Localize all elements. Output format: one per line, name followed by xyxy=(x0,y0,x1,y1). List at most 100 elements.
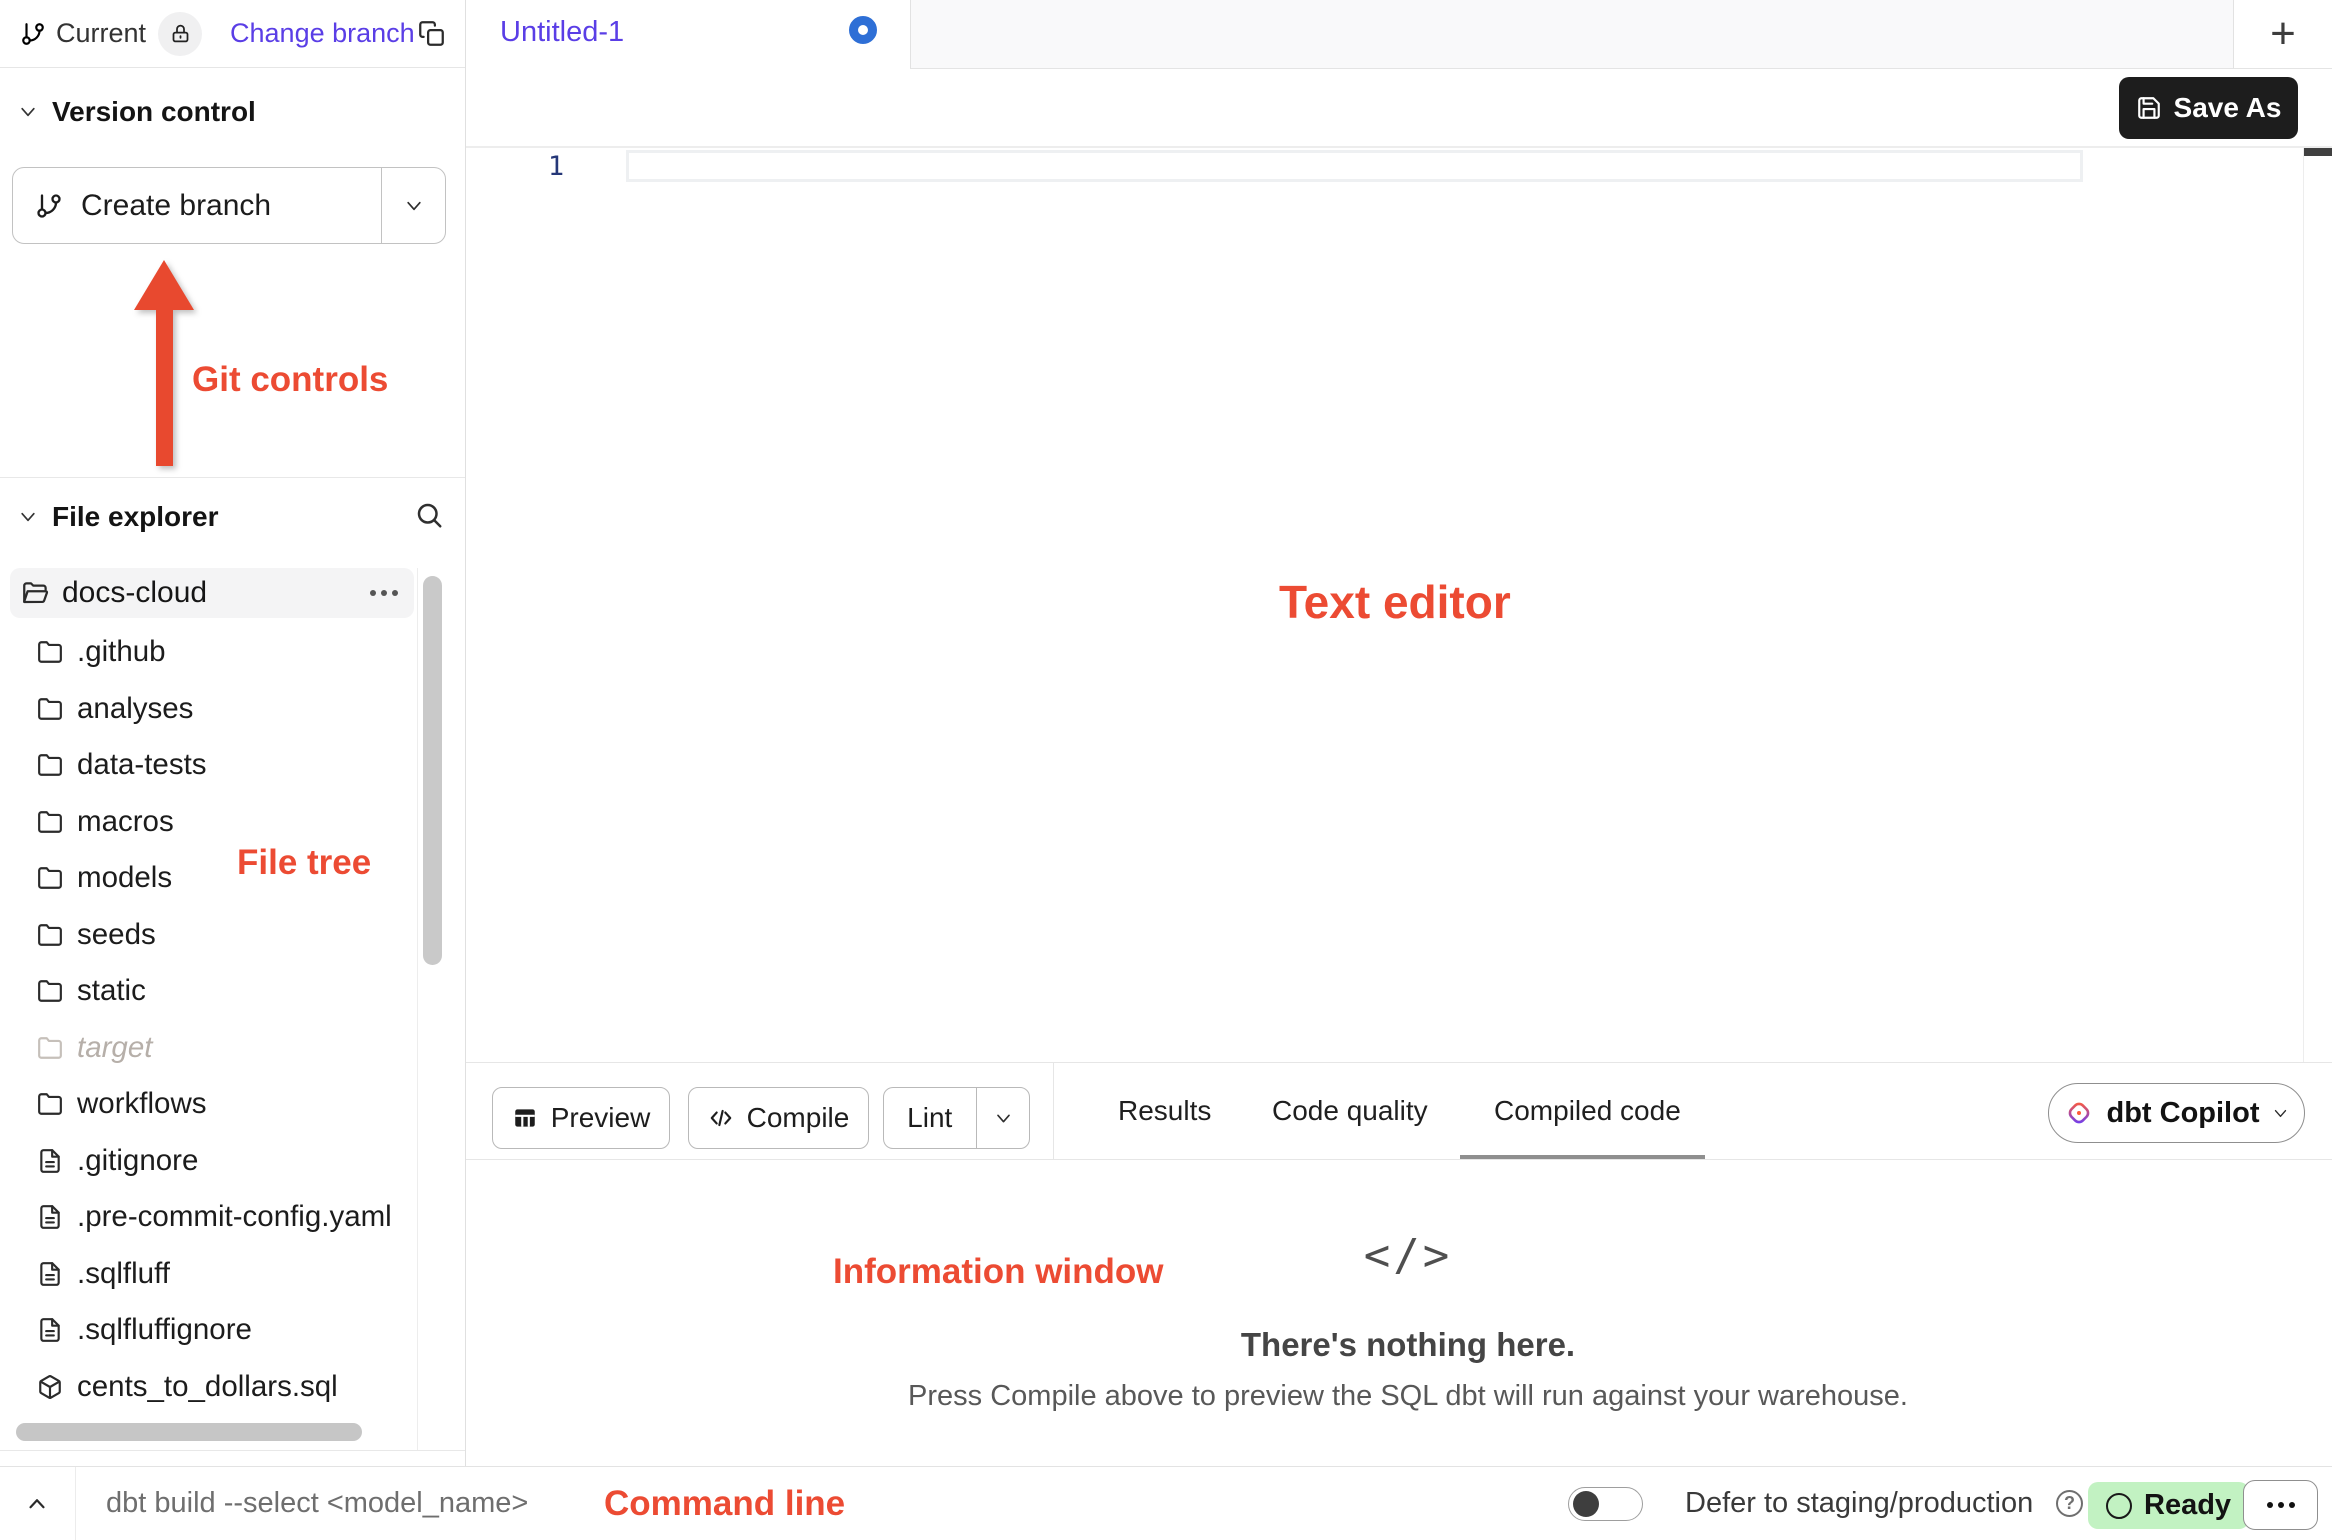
create-branch-dropdown[interactable] xyxy=(382,168,445,243)
change-branch-link[interactable]: Change branch xyxy=(230,18,415,49)
defer-toggle[interactable] xyxy=(1568,1487,1643,1521)
chevron-down-icon xyxy=(2272,1105,2289,1122)
annotation-command-line: Command line xyxy=(604,1467,845,1540)
folder-icon xyxy=(37,1091,63,1117)
create-branch-label: Create branch xyxy=(81,189,271,223)
chevron-down-icon xyxy=(18,507,38,527)
editor-current-line[interactable] xyxy=(626,150,2083,182)
tree-row-data-tests[interactable]: data-tests xyxy=(0,737,417,794)
status-badge[interactable]: Ready xyxy=(2088,1482,2249,1529)
tree-row-cents-to-dollars-sql[interactable]: cents_to_dollars.sql xyxy=(0,1359,417,1416)
dbt-logo-icon xyxy=(2064,1098,2094,1128)
folder-open-icon xyxy=(22,580,49,607)
cube-icon xyxy=(37,1374,63,1400)
lint-split-button: Lint xyxy=(883,1087,1030,1149)
compile-button[interactable]: Compile xyxy=(688,1087,869,1149)
tab-code-quality[interactable]: Code quality xyxy=(1272,1063,1428,1159)
chevron-down-icon xyxy=(404,196,424,216)
preview-button[interactable]: Preview xyxy=(492,1087,670,1149)
tab-results[interactable]: Results xyxy=(1118,1063,1211,1159)
tree-row-analyses[interactable]: analyses xyxy=(0,681,417,738)
tree-row--sqlfluff[interactable]: .sqlfluff xyxy=(0,1246,417,1303)
lint-dropdown[interactable] xyxy=(977,1088,1029,1148)
tree-row-workflows[interactable]: workflows xyxy=(0,1076,417,1133)
create-branch-main[interactable]: Create branch xyxy=(13,168,381,243)
tab-strip-empty xyxy=(910,0,2233,69)
status-label: Ready xyxy=(2144,1489,2231,1522)
git-branch-icon xyxy=(35,192,63,220)
folder-icon xyxy=(37,752,63,778)
lint-button[interactable]: Lint xyxy=(884,1088,976,1148)
code-icon: </> xyxy=(1364,1230,1452,1281)
line-number: 1 xyxy=(536,151,576,182)
tree-row--gitignore[interactable]: .gitignore xyxy=(0,1133,417,1190)
file-icon xyxy=(37,1261,63,1287)
sidebar: Current Change branch Version control Cr… xyxy=(0,0,466,1466)
command-input[interactable]: dbt build --select <model_name> xyxy=(106,1467,528,1540)
tab-compiled-code[interactable]: Compiled code xyxy=(1494,1063,1681,1159)
tree-hscrollbar-thumb[interactable] xyxy=(16,1423,362,1441)
chevron-down-icon xyxy=(18,102,38,122)
editor-scrollbar-track xyxy=(2303,148,2304,1062)
git-status-header: Current Change branch xyxy=(0,0,465,68)
save-as-label: Save As xyxy=(2174,92,2282,124)
branch-lock-badge xyxy=(158,12,202,56)
file-explorer-title: File explorer xyxy=(52,501,219,533)
tree-row--sqlfluffignore[interactable]: .sqlfluffignore xyxy=(0,1302,417,1359)
dbt-copilot-button[interactable]: dbt Copilot xyxy=(2048,1083,2305,1143)
create-branch-button[interactable]: Create branch xyxy=(12,167,446,244)
compile-label: Compile xyxy=(747,1102,850,1134)
save-icon xyxy=(2136,95,2162,121)
file-icon xyxy=(37,1204,63,1230)
new-tab-button[interactable]: + xyxy=(2233,0,2332,69)
tree-scrollbar-thumb[interactable] xyxy=(423,576,442,965)
chevron-down-icon xyxy=(994,1109,1013,1128)
toolbar-divider xyxy=(1053,1063,1054,1159)
defer-label: Defer to staging/production xyxy=(1685,1467,2033,1540)
version-control-title: Version control xyxy=(52,96,256,128)
folder-icon xyxy=(37,922,63,948)
version-control-header[interactable]: Version control xyxy=(18,96,256,128)
status-circle-icon xyxy=(2106,1493,2132,1519)
code-icon xyxy=(708,1105,734,1131)
tree-row--pre-commit-config-yaml[interactable]: .pre-commit-config.yaml xyxy=(0,1189,417,1246)
tree-row-static[interactable]: static xyxy=(0,963,417,1020)
folder-icon xyxy=(37,809,63,835)
folder-menu-icon[interactable] xyxy=(370,590,398,596)
annotation-text-editor: Text editor xyxy=(1279,575,1511,629)
ellipsis-icon xyxy=(2267,1502,2273,1508)
tree-row-seeds[interactable]: seeds xyxy=(0,907,417,964)
more-options-button[interactable] xyxy=(2243,1480,2318,1530)
tree-row-root[interactable]: docs-cloud xyxy=(10,568,414,618)
preview-label: Preview xyxy=(551,1102,651,1134)
git-branch-icon xyxy=(20,21,46,47)
save-as-button[interactable]: Save As xyxy=(2119,77,2298,139)
tree-row-target[interactable]: target xyxy=(0,1020,417,1077)
file-search-icon[interactable] xyxy=(414,500,444,530)
tab-untitled-1[interactable]: Untitled-1 xyxy=(466,0,910,69)
file-icon xyxy=(37,1148,63,1174)
editor-scrollbar-thumb[interactable] xyxy=(2304,148,2332,156)
command-bar: dbt build --select <model_name> Command … xyxy=(0,1466,2332,1540)
unsaved-indicator-icon xyxy=(849,16,877,44)
folder-icon xyxy=(37,1035,63,1061)
active-tab-underline xyxy=(1460,1155,1705,1159)
copilot-label: dbt Copilot xyxy=(2106,1097,2259,1130)
editor-toolbar: Preview Compile Lint Results Code qualit… xyxy=(466,1062,2332,1160)
lock-icon xyxy=(170,23,191,44)
annotation-file-tree: File tree xyxy=(237,843,371,883)
annotation-git-controls: Git controls xyxy=(192,360,388,400)
file-explorer-header[interactable]: File explorer xyxy=(18,501,219,533)
file-tree: .githubanalysesdata-testsmacrosmodelssee… xyxy=(0,624,417,1415)
folder-icon xyxy=(37,639,63,665)
copy-branch-icon[interactable] xyxy=(418,20,445,47)
table-icon xyxy=(512,1105,538,1131)
help-icon[interactable]: ? xyxy=(2056,1490,2083,1517)
sidebar-bottom-divider xyxy=(0,1450,465,1451)
tree-row-macros[interactable]: macros xyxy=(0,794,417,851)
command-bar-divider xyxy=(75,1467,76,1540)
folder-icon xyxy=(37,696,63,722)
chevron-up-icon[interactable] xyxy=(24,1491,50,1517)
tree-row--github[interactable]: .github xyxy=(0,624,417,681)
info-panel-title: There's nothing here. xyxy=(1241,1326,1575,1364)
